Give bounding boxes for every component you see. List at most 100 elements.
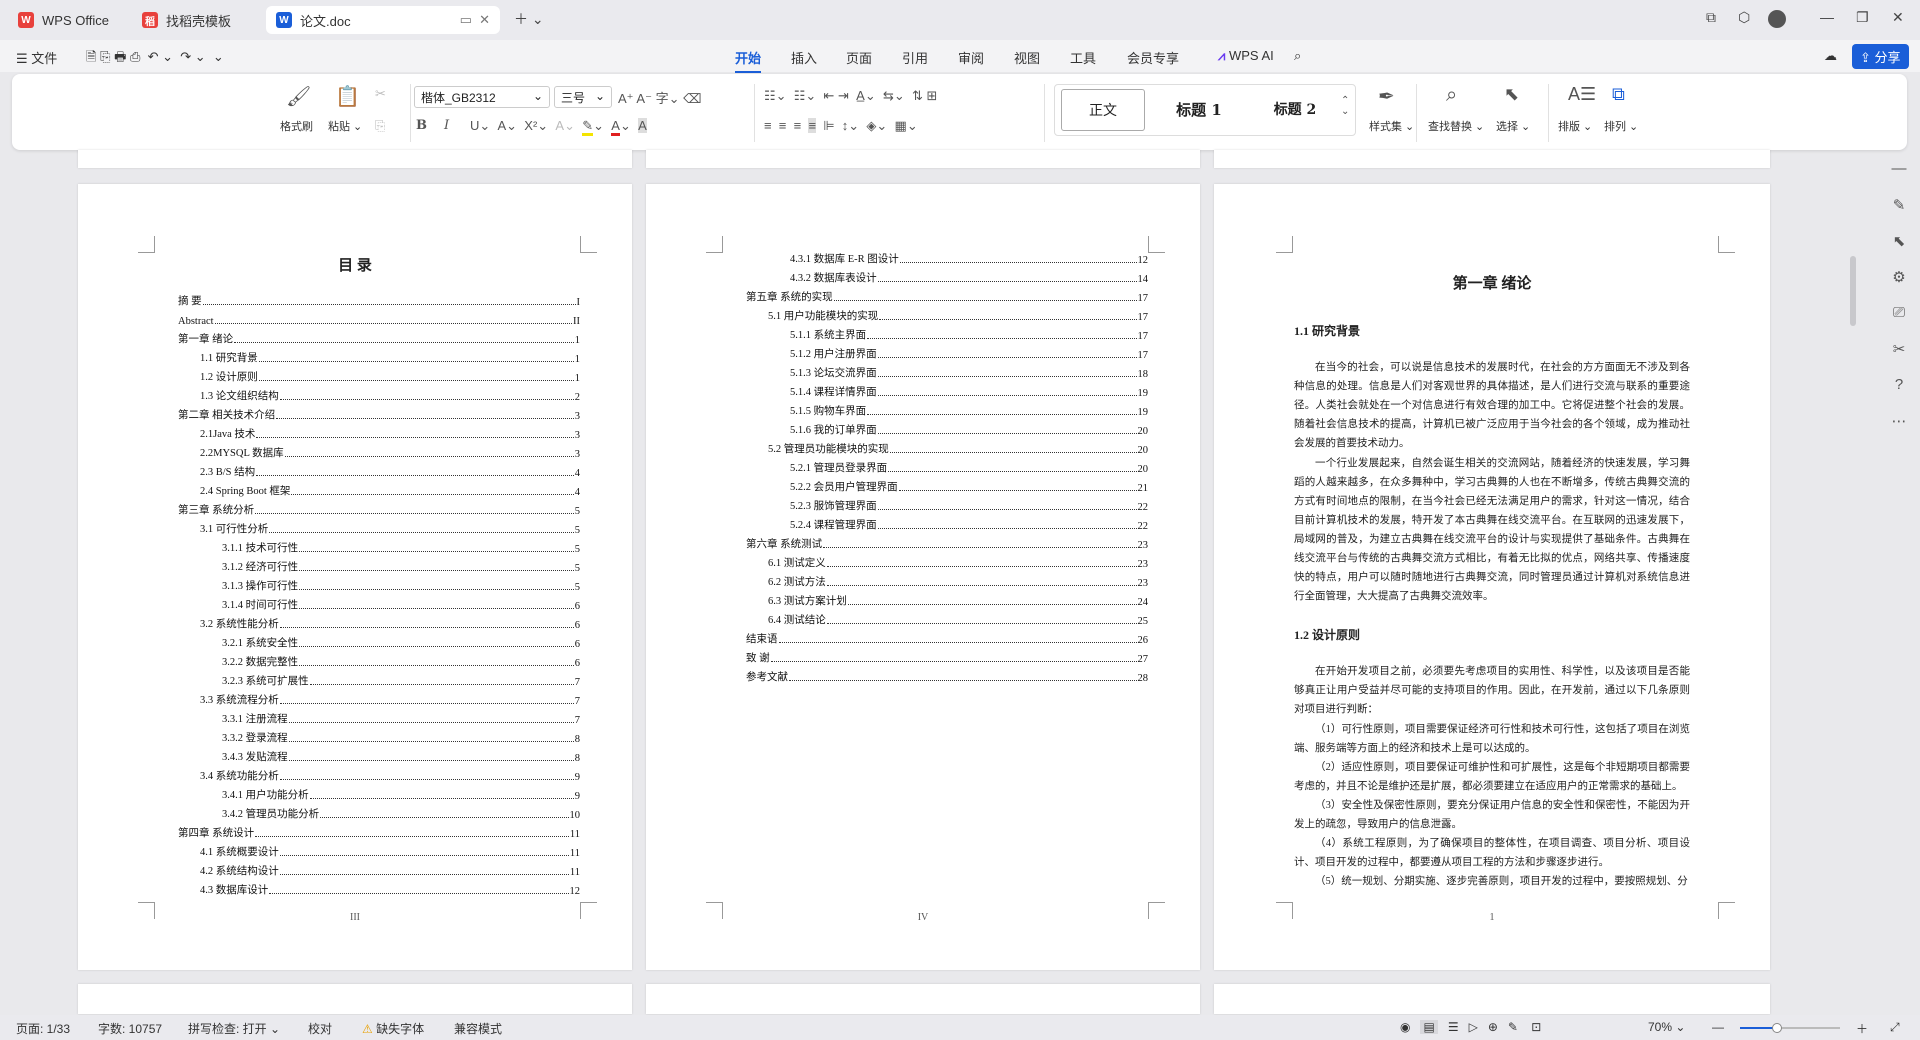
toc-entry[interactable]: 3.2 系统性能分析 6: [200, 617, 580, 631]
share-button[interactable]: ⇪ 分享: [1852, 44, 1909, 69]
select-icon[interactable]: ⬉: [1504, 84, 1519, 105]
toc-entry[interactable]: 第一章 绪论 1: [178, 332, 580, 346]
italic-icon[interactable]: I: [444, 118, 449, 133]
toc-entry[interactable]: 第六章 系统测试 23: [746, 537, 1148, 551]
new-tab-icon[interactable]: ＋ ⌄: [514, 9, 544, 29]
minimize-icon[interactable]: —: [1820, 9, 1834, 25]
menu-tab-references[interactable]: 引用: [902, 48, 928, 67]
search-icon[interactable]: ⌕: [1294, 48, 1301, 64]
toc-entry[interactable]: 5.1.1 系统主界面 17: [790, 328, 1148, 342]
menu-tab-home[interactable]: 开始: [735, 48, 762, 73]
menu-tab-review[interactable]: 审阅: [958, 48, 984, 67]
cursor-icon[interactable]: ⬉: [1890, 232, 1908, 250]
toc-entry[interactable]: 1.3 论文组织结构 2: [200, 389, 580, 403]
font-family-select[interactable]: 楷体_GB2312 ⌄: [414, 86, 550, 108]
toc-entry[interactable]: 3.2.1 系统安全性 6: [222, 636, 580, 650]
spell-check-toggle[interactable]: 拼写检查: 打开 ⌄: [188, 1020, 280, 1037]
format-painter-label[interactable]: 格式刷: [280, 118, 313, 134]
toc-entry[interactable]: 3.1.3 操作可行性 5: [222, 579, 580, 593]
zoom-out-icon[interactable]: —: [1712, 1020, 1724, 1034]
bold-icon[interactable]: B: [416, 118, 427, 133]
quick-access-icons[interactable]: 🗎 ⎘ 🖶 ⎙ ↶ ⌄ ↷ ⌄ ⌄: [86, 48, 224, 70]
toc-entry[interactable]: 3.4.1 用户功能分析 9: [222, 788, 580, 802]
zoom-slider[interactable]: [1740, 1023, 1840, 1033]
menu-tab-tools[interactable]: 工具: [1070, 48, 1096, 67]
toc-entry[interactable]: 5.2.4 课程管理界面 22: [790, 518, 1148, 532]
style-set-label[interactable]: 样式集 ⌄: [1369, 118, 1414, 134]
toc-entry[interactable]: 3.3.2 登录流程 8: [222, 731, 580, 745]
paste-icon[interactable]: 📋: [335, 84, 360, 109]
toc-entry[interactable]: 第四章 系统设计 11: [178, 826, 580, 840]
text-effect-icons[interactable]: U⌄ A⌄ X²⌄ A⌄ ✎⌄ A⌄ A: [470, 118, 647, 136]
font-tools-icons[interactable]: A⁺ A⁻ 字⌄ ⌫: [618, 88, 701, 107]
toc-entry[interactable]: 第三章 系统分析 5: [178, 503, 580, 517]
toc-entry[interactable]: 参考文献 28: [746, 670, 1148, 684]
word-count[interactable]: 字数: 10757: [98, 1020, 162, 1037]
cut-icon[interactable]: ✂: [375, 86, 386, 102]
cloud-icon[interactable]: ☁: [1824, 48, 1837, 64]
arrange-icon[interactable]: ⧉: [1612, 84, 1625, 105]
toc-entry[interactable]: 摘 要I: [178, 294, 580, 308]
toc-entry[interactable]: 4.3.2 数据库表设计 14: [790, 271, 1148, 285]
toc-entry[interactable]: 5.2 管理员功能模块的实现 20: [768, 442, 1148, 456]
menu-tab-page[interactable]: 页面: [846, 48, 872, 67]
close-tab-icon[interactable]: ▭ ✕: [460, 12, 490, 28]
styles-scroll-icon[interactable]: ⌃ ⌄: [1341, 95, 1349, 117]
toc-entry[interactable]: 3.4.3 发贴流程 8: [222, 750, 580, 764]
toc-entry[interactable]: 2.2MYSQL 数据库 3: [200, 446, 580, 460]
zoom-slider-handle[interactable]: [1772, 1023, 1782, 1033]
toc-entry[interactable]: 2.4 Spring Boot 框架 4: [200, 484, 580, 498]
list-icons[interactable]: ☷⌄ ☷⌄ ⇤ ⇥ A̲⌄ ⇆⌄ ⇅ ⊞: [764, 88, 937, 104]
toc-entry[interactable]: 3.1.4 时间可行性 6: [222, 598, 580, 612]
paste-label[interactable]: 粘贴 ⌄: [328, 118, 362, 134]
help-icon[interactable]: ?: [1890, 376, 1908, 394]
toc-entry[interactable]: 6.4 测试结论 25: [768, 613, 1148, 627]
close-window-icon[interactable]: ✕: [1892, 9, 1904, 26]
more-icon[interactable]: ⋯: [1890, 412, 1908, 430]
find-replace-label[interactable]: 查找替换 ⌄: [1428, 118, 1484, 134]
toc-entry[interactable]: 3.4 系统功能分析 9: [200, 769, 580, 783]
toc-entry[interactable]: 1.2 设计原则 1: [200, 370, 580, 384]
toc-entry[interactable]: 5.1.3 论坛交流界面 18: [790, 366, 1148, 380]
collapse-icon[interactable]: —: [1890, 160, 1908, 178]
tab-template[interactable]: 稻 找稻壳模板: [132, 6, 260, 34]
tools-icon[interactable]: ✂: [1890, 340, 1908, 358]
file-menu[interactable]: ☰ 文件: [16, 48, 57, 67]
vertical-scrollbar[interactable]: [1848, 152, 1860, 1012]
toc-entry[interactable]: 5.1.6 我的订单界面 20: [790, 423, 1148, 437]
select-label[interactable]: 选择 ⌄: [1496, 118, 1530, 134]
style-normal[interactable]: 正文: [1061, 89, 1145, 131]
toc-entry[interactable]: 6.1 测试定义 23: [768, 556, 1148, 570]
font-size-select[interactable]: 三号 ⌄: [554, 86, 612, 108]
zoom-in-icon[interactable]: ＋: [1856, 1020, 1868, 1037]
toc-entry[interactable]: 5.2.2 会员用户管理界面 21: [790, 480, 1148, 494]
tab-document[interactable]: W 论文.doc ▭ ✕: [266, 6, 500, 34]
toc-entry[interactable]: 6.2 测试方法 23: [768, 575, 1148, 589]
restore-icon[interactable]: ❐: [1856, 9, 1869, 26]
toc-entry[interactable]: 4.3.1 数据库 E-R 图设计 12: [790, 252, 1148, 266]
layout-label[interactable]: 排版 ⌄: [1558, 118, 1592, 134]
wps-ai-button[interactable]: ⩘ WPS AI: [1218, 48, 1274, 64]
toc-entry[interactable]: Abstract II: [178, 313, 580, 327]
style-set-icon[interactable]: ✒: [1378, 84, 1395, 109]
toc-entry[interactable]: 5.2.3 服饰管理界面 22: [790, 499, 1148, 513]
toc-entry[interactable]: 5.1.5 购物车界面 19: [790, 404, 1148, 418]
avatar[interactable]: [1768, 10, 1786, 28]
layout-icon[interactable]: A☰: [1568, 84, 1596, 105]
document-page-chapter-1[interactable]: 第一章 绪论 1.1 研究背景 在当今的社会，可以说是信息技术的发展时代，在社会…: [1214, 184, 1770, 970]
toc-entry[interactable]: 3.1.2 经济可行性 5: [222, 560, 580, 574]
copy-icon[interactable]: ⎘: [375, 118, 385, 134]
missing-font-button[interactable]: ⚠ 缺失字体: [362, 1020, 424, 1037]
page-indicator[interactable]: 页面: 1/33: [16, 1020, 70, 1037]
menu-tab-insert[interactable]: 插入: [791, 48, 817, 67]
alignment-icons[interactable]: ≡ ≡ ≡ ≡ ⊫ ↕⌄ ◈⌄ ▦⌄: [764, 118, 918, 134]
style-heading-1[interactable]: 标题 1: [1155, 89, 1243, 129]
toc-entry[interactable]: 3.2.2 数据完整性 6: [222, 655, 580, 669]
toc-entry[interactable]: 4.3 数据库设计 12: [200, 883, 580, 897]
toc-entry[interactable]: 结束语 26: [746, 632, 1148, 646]
toc-entry[interactable]: 3.1 可行性分析 5: [200, 522, 580, 536]
toc-entry[interactable]: 2.1Java 技术 3: [200, 427, 580, 441]
toc-entry[interactable]: 5.1.4 课程详情界面 19: [790, 385, 1148, 399]
toc-entry[interactable]: 3.4.2 管理员功能分析 10: [222, 807, 580, 821]
style-heading-2[interactable]: 标题 2: [1251, 89, 1339, 129]
